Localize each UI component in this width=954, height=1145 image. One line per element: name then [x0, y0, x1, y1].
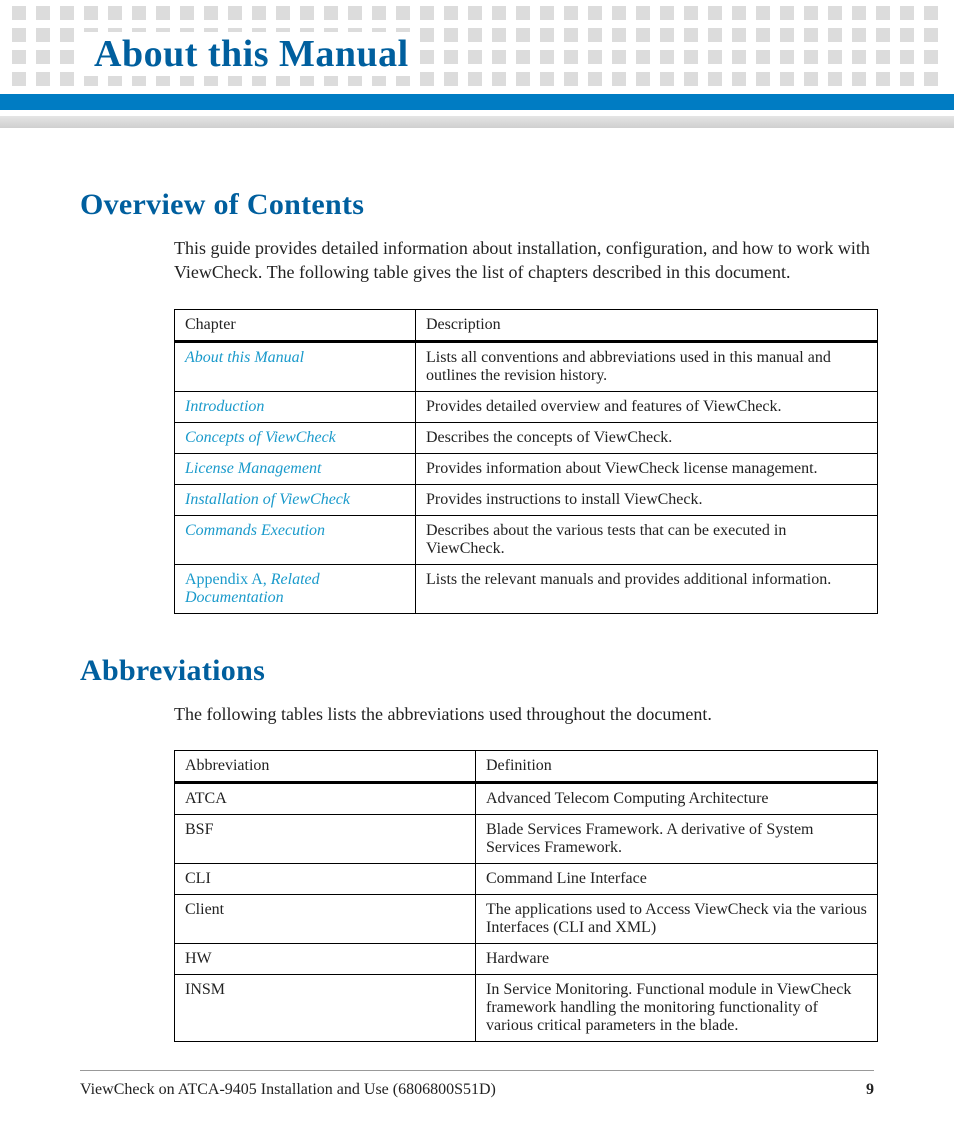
- abbr-term: HW: [175, 943, 476, 974]
- chapter-link[interactable]: License Management: [185, 460, 321, 477]
- overview-paragraph: This guide provides detailed information…: [174, 236, 874, 285]
- table-row: Client The applications used to Access V…: [175, 894, 878, 943]
- abbr-def: Advanced Telecom Computing Architecture: [476, 782, 878, 814]
- abbr-term: CLI: [175, 863, 476, 894]
- table-row: Commands Execution Describes about the v…: [175, 515, 878, 564]
- table-row: License Management Provides information …: [175, 453, 878, 484]
- chapter-desc: Describes about the various tests that c…: [416, 515, 878, 564]
- table-row: CLI Command Line Interface: [175, 863, 878, 894]
- chapter-link[interactable]: Concepts of ViewCheck: [185, 429, 336, 446]
- chapter-link[interactable]: Introduction: [185, 398, 264, 415]
- chapter-link[interactable]: Installation of ViewCheck: [185, 491, 350, 508]
- section-heading-abbreviations: Abbreviations: [80, 654, 874, 688]
- table-row: BSF Blade Services Framework. A derivati…: [175, 814, 878, 863]
- abbr-def: Hardware: [476, 943, 878, 974]
- abbreviations-table: Abbreviation Definition ATCA Advanced Te…: [174, 750, 878, 1042]
- chapter-desc: Lists the relevant manuals and provides …: [416, 564, 878, 613]
- chapter-desc: Lists all conventions and abbreviations …: [416, 341, 878, 391]
- table-row: ATCA Advanced Telecom Computing Architec…: [175, 782, 878, 814]
- table-row: Concepts of ViewCheck Describes the conc…: [175, 422, 878, 453]
- page-title: About this Manual: [94, 33, 409, 75]
- abbr-def: In Service Monitoring. Functional module…: [476, 974, 878, 1041]
- footer-page-number: 9: [866, 1081, 874, 1099]
- chapter-link[interactable]: Appendix A, Related Documentation: [185, 571, 320, 606]
- abbr-term: BSF: [175, 814, 476, 863]
- chapter-desc: Describes the concepts of ViewCheck.: [416, 422, 878, 453]
- abbr-def: Blade Services Framework. A derivative o…: [476, 814, 878, 863]
- footer-doc-title: ViewCheck on ATCA-9405 Installation and …: [80, 1081, 496, 1099]
- chapters-table: Chapter Description About this Manual Li…: [174, 309, 878, 614]
- table-row: Installation of ViewCheck Provides instr…: [175, 484, 878, 515]
- abbr-term: Client: [175, 894, 476, 943]
- chapter-link[interactable]: Commands Execution: [185, 522, 325, 539]
- table-row: HW Hardware: [175, 943, 878, 974]
- chapters-header-description: Description: [416, 309, 878, 341]
- chapter-desc: Provides information about ViewCheck lic…: [416, 453, 878, 484]
- abbr-term: INSM: [175, 974, 476, 1041]
- chapter-desc: Provides instructions to install ViewChe…: [416, 484, 878, 515]
- abbr-def: The applications used to Access ViewChec…: [476, 894, 878, 943]
- abbr-header-abbreviation: Abbreviation: [175, 750, 476, 782]
- chapter-link-prefix: Appendix A,: [185, 571, 271, 588]
- table-row: About this Manual Lists all conventions …: [175, 341, 878, 391]
- page-title-container: About this Manual: [84, 32, 419, 76]
- page-footer: ViewCheck on ATCA-9405 Installation and …: [80, 1070, 874, 1099]
- chapters-header-chapter: Chapter: [175, 309, 416, 341]
- table-row: INSM In Service Monitoring. Functional m…: [175, 974, 878, 1041]
- abbr-term: ATCA: [175, 782, 476, 814]
- abbr-header-definition: Definition: [476, 750, 878, 782]
- table-row: Introduction Provides detailed overview …: [175, 391, 878, 422]
- table-row: Appendix A, Related Documentation Lists …: [175, 564, 878, 613]
- section-heading-overview: Overview of Contents: [80, 188, 874, 222]
- chapter-link[interactable]: About this Manual: [185, 349, 304, 366]
- chapter-desc: Provides detailed overview and features …: [416, 391, 878, 422]
- grey-divider-bar: [0, 116, 954, 128]
- abbreviations-paragraph: The following tables lists the abbreviat…: [174, 702, 874, 726]
- abbr-def: Command Line Interface: [476, 863, 878, 894]
- blue-divider-bar: [0, 94, 954, 110]
